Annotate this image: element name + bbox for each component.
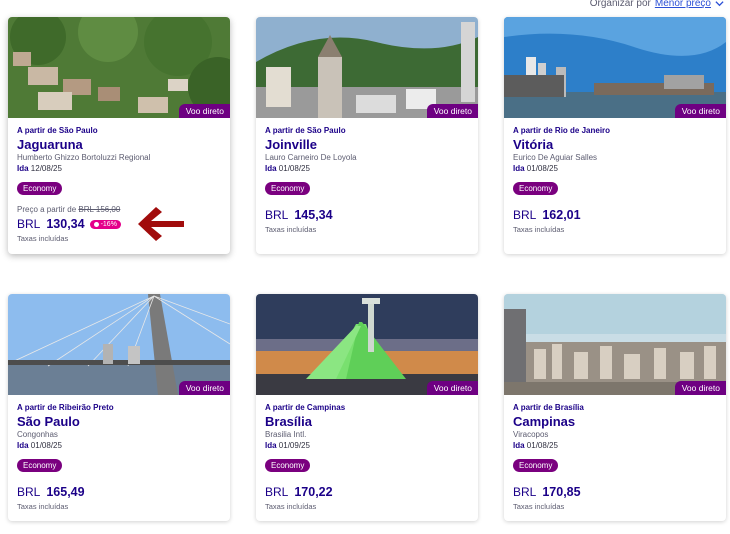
chevron-down-icon[interactable] [715, 0, 724, 8]
price-row: BRL 170,22 [265, 485, 469, 499]
direct-flight-badge: Voo direto [178, 104, 230, 118]
destination-card-brasilia[interactable]: Voo direto A partir de Campinas Brasília… [256, 294, 478, 521]
sort-dropdown[interactable]: Menor preço [655, 0, 711, 9]
origin-label: A partir de Brasília [513, 403, 584, 412]
direct-flight-badge: Voo direto [178, 381, 230, 395]
discount-badge: -16% [89, 220, 121, 229]
origin-label: A partir de São Paulo [17, 126, 98, 135]
currency: BRL [17, 217, 41, 231]
date-value: 01/09/25 [278, 441, 310, 450]
departure-date: Ida 01/09/25 [265, 441, 469, 450]
airport-name: Viracopos [513, 430, 549, 439]
date-label: Ida [265, 164, 277, 173]
price-from-label: Preço a partir de [17, 205, 77, 214]
destination-card-jaguaruna[interactable]: Voo direto A partir de São Paulo Jaguaru… [8, 17, 230, 254]
airport-name: Congonhas [17, 430, 58, 439]
currency: BRL [513, 485, 537, 499]
direct-flight-badge: Voo direto [674, 381, 726, 395]
destination-city: São Paulo [17, 414, 80, 429]
date-value: 01/08/25 [278, 164, 310, 173]
destination-city: Campinas [513, 414, 576, 429]
date-value: 01/08/25 [526, 164, 558, 173]
destination-city: Joinville [265, 137, 318, 152]
price-value: 162,01 [542, 208, 581, 222]
date-label: Ida [17, 441, 29, 450]
departure-date: Ida 01/08/25 [17, 441, 221, 450]
price-row: BRL 165,49 [17, 485, 221, 499]
price-row: BRL 145,34 [265, 208, 469, 222]
destination-image: Voo direto [8, 17, 230, 118]
price-row: BRL 162,01 [513, 208, 717, 222]
destination-image: Voo direto [504, 17, 726, 118]
sort-label: Organizar por [589, 0, 651, 9]
departure-date: Ida 01/08/25 [265, 164, 469, 173]
price-value: 165,49 [46, 485, 85, 499]
date-label: Ida [513, 164, 525, 173]
taxes-note: Taxas incluídas [513, 225, 565, 234]
date-label: Ida [265, 441, 277, 450]
taxes-note: Taxas incluídas [17, 502, 69, 511]
departure-date: Ida 12/08/25 [17, 164, 221, 173]
price-from: Preço a partir de BRL 156,00 [17, 205, 221, 214]
destination-image: Voo direto [8, 294, 230, 395]
cabin-badge: Economy [513, 182, 559, 195]
destination-card-vitoria[interactable]: Voo direto A partir de Rio de Janeiro Vi… [504, 17, 726, 254]
airport-name: Eurico De Aguiar Salles [513, 153, 598, 162]
currency: BRL [265, 485, 289, 499]
taxes-note: Taxas incluídas [17, 234, 69, 243]
taxes-note: Taxas incluídas [265, 225, 317, 234]
origin-label: A partir de Campinas [265, 403, 346, 412]
price-row: BRL 170,85 [513, 485, 717, 499]
cabin-badge: Economy [17, 459, 63, 472]
price-value: 170,85 [542, 485, 581, 499]
currency: BRL [17, 485, 41, 499]
old-price: BRL 156,00 [78, 205, 121, 214]
price-value: 145,34 [294, 208, 333, 222]
destination-city: Jaguaruna [17, 137, 83, 152]
date-label: Ida [513, 441, 525, 450]
cabin-badge: Economy [513, 459, 559, 472]
destination-image: Voo direto [504, 294, 726, 395]
origin-label: A partir de Ribeirão Preto [17, 403, 114, 412]
currency: BRL [265, 208, 289, 222]
departure-date: Ida 01/08/25 [513, 164, 717, 173]
cabin-badge: Economy [265, 459, 311, 472]
origin-label: A partir de São Paulo [265, 126, 346, 135]
date-value: 01/08/25 [526, 441, 558, 450]
price-value: 130,34 [46, 217, 85, 231]
date-value: 12/08/25 [30, 164, 62, 173]
origin-label: A partir de Rio de Janeiro [513, 126, 611, 135]
destination-city: Vitória [513, 137, 554, 152]
date-value: 01/08/25 [30, 441, 62, 450]
destination-city: Brasília [265, 414, 312, 429]
date-label: Ida [17, 164, 29, 173]
departure-date: Ida 01/08/25 [513, 441, 717, 450]
direct-flight-badge: Voo direto [426, 104, 478, 118]
destination-image: Voo direto [256, 17, 478, 118]
destination-card-sao-paulo[interactable]: Voo direto A partir de Ribeirão Preto Sã… [8, 294, 230, 521]
cabin-badge: Economy [265, 182, 311, 195]
taxes-note: Taxas incluídas [265, 502, 317, 511]
direct-flight-badge: Voo direto [674, 104, 726, 118]
discount-value: -16% [100, 221, 117, 228]
currency: BRL [513, 208, 537, 222]
cabin-badge: Economy [17, 182, 63, 195]
direct-flight-badge: Voo direto [426, 381, 478, 395]
airport-name: Lauro Carneiro De Loyola [265, 153, 357, 162]
price-value: 170,22 [294, 485, 333, 499]
left-arrow-icon [138, 207, 184, 241]
discount-icon [93, 222, 99, 227]
airport-name: Humberto Ghizzo Bortoluzzi Regional [17, 153, 151, 162]
sort-bar: Organizar por Menor preço [590, 0, 724, 9]
destination-card-campinas[interactable]: Voo direto A partir de Brasília Campinas… [504, 294, 726, 521]
destination-image: Voo direto [256, 294, 478, 395]
taxes-note: Taxas incluídas [513, 502, 565, 511]
airport-name: Brasilia Intl. [265, 430, 307, 439]
destination-card-joinville[interactable]: Voo direto A partir de São Paulo Joinvil… [256, 17, 478, 254]
price-row: BRL 130,34 -16% [17, 217, 221, 231]
